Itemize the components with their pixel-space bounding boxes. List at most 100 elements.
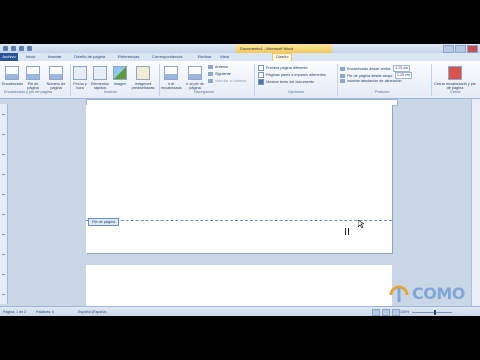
arrow-up-icon: [208, 65, 213, 69]
quick-parts-button[interactable]: Elementos rápidos: [89, 66, 111, 90]
group-label-navigation: Navegación: [194, 90, 215, 94]
vertical-scrollbar[interactable]: [471, 99, 480, 306]
picture-label: Imagen: [113, 82, 127, 86]
page-number-label: Número de página: [46, 82, 66, 90]
window-title: Documento1 - Microsoft Word: [240, 46, 293, 51]
minimize-button[interactable]: [443, 45, 454, 53]
insert-alignment-tab-label: Insertar tabulación de alineación: [347, 79, 402, 83]
tab-insert[interactable]: Insertar: [48, 54, 62, 59]
undo-icon[interactable]: [19, 46, 24, 51]
group-separator: [254, 64, 255, 96]
header-position-icon: [340, 66, 345, 71]
text-cursor-icon: [345, 228, 349, 235]
word-count[interactable]: Palabras: 0: [36, 310, 54, 314]
tab-file[interactable]: Archivo: [0, 53, 18, 61]
clipart-label: Imágenes prediseñadas: [131, 82, 155, 90]
header-from-top-spinner[interactable]: 1,25 cm: [393, 65, 411, 72]
window-controls: [443, 45, 478, 53]
picture-icon: [113, 66, 127, 80]
checkbox-checked-icon: [258, 79, 264, 85]
zoom-slider-handle[interactable]: [434, 310, 436, 315]
footer-button[interactable]: Pie de página: [24, 66, 42, 90]
previous-label: Anterior: [215, 65, 229, 69]
language-indicator[interactable]: Español (España): [78, 310, 107, 314]
close-header-footer-icon: [448, 66, 462, 80]
group-separator: [159, 64, 160, 96]
close-button[interactable]: [467, 45, 478, 53]
arrow-down-icon: [208, 72, 213, 76]
link-previous-label: Vincular al anterior: [215, 79, 247, 83]
page-number-button[interactable]: Número de página: [44, 66, 68, 90]
next-button[interactable]: Siguiente: [208, 72, 231, 76]
header-icon: [5, 66, 19, 80]
group-separator: [70, 64, 71, 96]
word-window: Documento1 - Microsoft Word Archivo Inic…: [0, 44, 480, 316]
tab-view[interactable]: Vista: [220, 54, 229, 59]
footer-from-bottom-spinner[interactable]: 1,25 cm: [395, 72, 413, 79]
footer-boundary-line: [86, 220, 392, 221]
footer-label: Pie de página: [27, 82, 39, 90]
group-label-options: Opciones: [288, 90, 305, 94]
view-buttons: [372, 309, 400, 316]
goto-footer-button[interactable]: Ir al pie de página: [183, 66, 207, 90]
redo-icon[interactable]: [27, 46, 32, 51]
odd-even-label: Páginas pares e impares diferentes: [266, 73, 326, 77]
maximize-button[interactable]: [455, 45, 466, 53]
clipart-button[interactable]: Imágenes prediseñadas: [129, 66, 157, 90]
footer-tag: Pie de página: [88, 218, 120, 226]
mouse-pointer-icon: [358, 220, 364, 228]
status-bar: Página: 1 de 2 Palabras: 0 Español (Espa…: [0, 306, 480, 316]
print-layout-icon[interactable]: [372, 309, 380, 316]
zoom-level[interactable]: 100%: [400, 310, 409, 314]
group-label-close: Cerrar: [450, 90, 461, 94]
web-layout-icon[interactable]: [392, 309, 400, 316]
alignment-tab-icon: [340, 79, 345, 83]
link-previous-button[interactable]: Vincular al anterior: [208, 79, 247, 83]
como-logo-icon: [389, 285, 409, 302]
goto-header-label: Ir al encabezado: [161, 82, 182, 90]
link-icon: [208, 79, 213, 83]
document-page-2[interactable]: [86, 265, 392, 307]
tab-mailings[interactable]: Correspondencia: [152, 54, 182, 59]
footer-from-bottom-label: Pie de página desde abajo:: [347, 73, 394, 78]
quick-parts-icon: [93, 66, 107, 80]
zoom-slider-track[interactable]: [412, 312, 452, 313]
tab-home[interactable]: Inicio: [26, 54, 35, 59]
save-icon[interactable]: [11, 46, 16, 51]
different-first-page-checkbox[interactable]: Primera página diferente: [258, 65, 308, 71]
vertical-ruler[interactable]: [0, 104, 8, 304]
page-indicator[interactable]: Página: 1 de 2: [3, 310, 26, 314]
close-header-footer-label: Cerrar encabezado y pie de página: [434, 82, 476, 90]
title-bar: Documento1 - Microsoft Word: [0, 44, 480, 53]
page-number-icon: [49, 66, 63, 80]
group-label-header-footer: Encabezado y pie de página: [4, 90, 52, 94]
goto-footer-label: Ir al pie de página: [186, 82, 204, 90]
different-first-page-label: Primera página diferente: [266, 66, 308, 70]
checkbox-icon: [258, 65, 264, 71]
header-button[interactable]: Encabezado: [2, 66, 23, 86]
goto-header-icon: [164, 66, 178, 80]
footer-icon: [26, 66, 40, 80]
close-header-footer-button[interactable]: Cerrar encabezado y pie de página: [433, 66, 477, 90]
footer-from-bottom-row: Pie de página desde abajo: 1,25 cm: [340, 72, 413, 79]
previous-button[interactable]: Anterior: [208, 65, 228, 69]
date-time-button[interactable]: Fecha y hora: [72, 66, 88, 90]
picture-button[interactable]: Imagen: [112, 66, 128, 86]
tab-review[interactable]: Revisar: [198, 54, 212, 59]
odd-even-checkbox[interactable]: Páginas pares e impares diferentes: [258, 72, 326, 78]
group-separator: [431, 64, 432, 96]
date-time-label: Fecha y hora: [73, 82, 87, 90]
full-screen-icon[interactable]: [382, 309, 390, 316]
checkbox-icon: [258, 72, 264, 78]
calendar-icon: [73, 66, 87, 80]
show-document-text-checkbox[interactable]: Mostrar texto del documento: [258, 79, 314, 85]
group-label-insert: Insertar: [104, 90, 117, 94]
group-label-position: Posición: [375, 90, 390, 94]
footer-position-icon: [340, 73, 345, 78]
ribbon: Encabezado Pie de página Número de págin…: [0, 61, 480, 99]
tab-references[interactable]: Referencias: [118, 54, 139, 59]
header-from-top-label: Encabezado desde arriba:: [347, 66, 392, 71]
goto-header-button[interactable]: Ir al encabezado: [161, 66, 182, 90]
tab-page-layout[interactable]: Diseño de página: [74, 54, 105, 59]
insert-alignment-tab-button[interactable]: Insertar tabulación de alineación: [340, 79, 402, 83]
